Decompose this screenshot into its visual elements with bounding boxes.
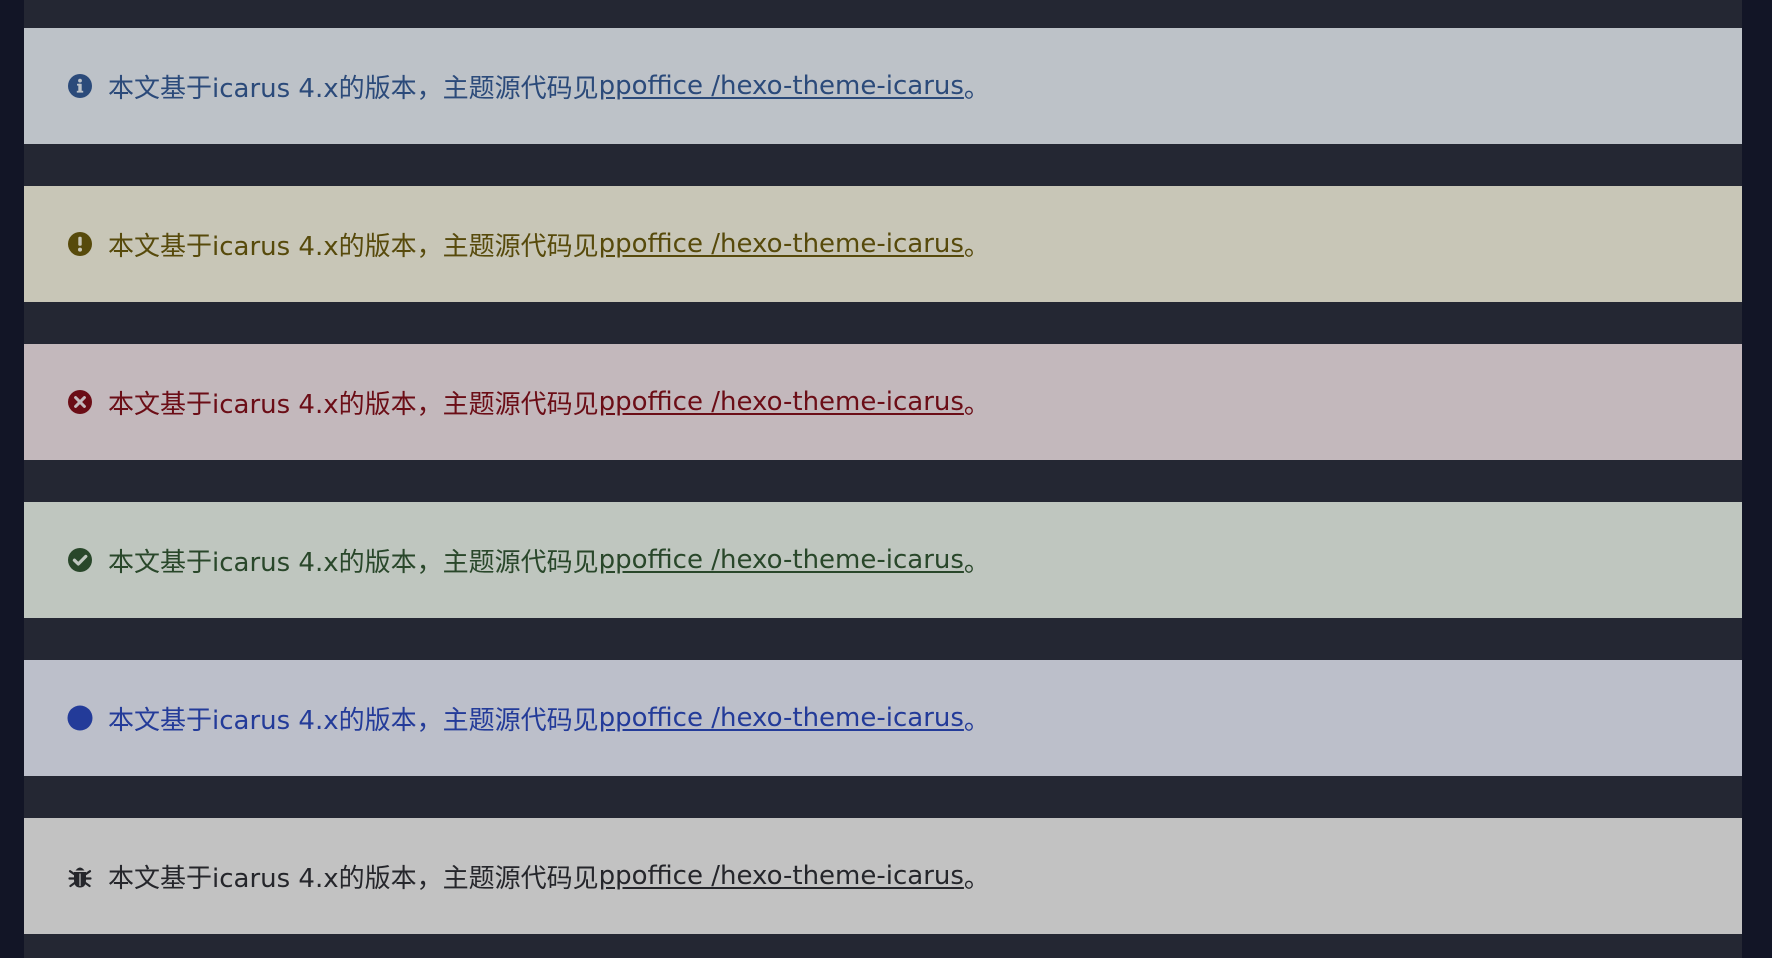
note-text: 本文基于icarus 4.x的版本，主题源代码见	[108, 547, 599, 578]
note-warning: 本文基于icarus 4.x的版本，主题源代码见 ppoffice /hexo-…	[24, 186, 1742, 302]
note-text: 本文基于icarus 4.x的版本，主题源代码见	[108, 389, 599, 420]
exclamation-circle-icon	[66, 230, 94, 258]
note-suffix: 。	[963, 863, 990, 894]
check-circle-icon	[66, 546, 94, 574]
note-danger: 本文基于icarus 4.x的版本，主题源代码见 ppoffice /hexo-…	[24, 344, 1742, 460]
times-circle-icon	[66, 388, 94, 416]
article-content: 本文基于icarus 4.x的版本，主题源代码见 ppoffice /hexo-…	[24, 0, 1742, 958]
bug-icon	[66, 862, 94, 890]
note-suffix: 。	[963, 73, 990, 104]
note-suffix: 。	[963, 547, 990, 578]
circle-icon	[66, 704, 94, 732]
repo-link[interactable]: ppoffice /hexo-theme-icarus	[599, 861, 964, 891]
note-success: 本文基于icarus 4.x的版本，主题源代码见 ppoffice /hexo-…	[24, 502, 1742, 618]
note-text: 本文基于icarus 4.x的版本，主题源代码见	[108, 73, 599, 104]
info-circle-icon	[66, 72, 94, 100]
note-info: 本文基于icarus 4.x的版本，主题源代码见 ppoffice /hexo-…	[24, 28, 1742, 144]
repo-link[interactable]: ppoffice /hexo-theme-icarus	[599, 387, 964, 417]
note-text: 本文基于icarus 4.x的版本，主题源代码见	[108, 231, 599, 262]
repo-link[interactable]: ppoffice /hexo-theme-icarus	[599, 545, 964, 575]
note-suffix: 。	[963, 389, 990, 420]
repo-link[interactable]: ppoffice /hexo-theme-icarus	[599, 703, 964, 733]
note-primary: 本文基于icarus 4.x的版本，主题源代码见 ppoffice /hexo-…	[24, 660, 1742, 776]
repo-link[interactable]: ppoffice /hexo-theme-icarus	[599, 71, 964, 101]
note-suffix: 。	[963, 231, 990, 262]
note-text: 本文基于icarus 4.x的版本，主题源代码见	[108, 705, 599, 736]
note-suffix: 。	[963, 705, 990, 736]
note-text: 本文基于icarus 4.x的版本，主题源代码见	[108, 863, 599, 894]
repo-link[interactable]: ppoffice /hexo-theme-icarus	[599, 229, 964, 259]
note-dark: 本文基于icarus 4.x的版本，主题源代码见 ppoffice /hexo-…	[24, 818, 1742, 934]
